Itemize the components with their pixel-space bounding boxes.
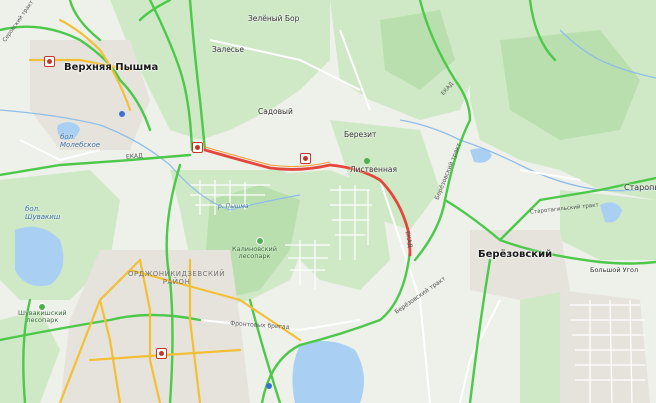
poi-marker-icon[interactable] xyxy=(119,111,125,117)
road-label-ekad: ЕКАД xyxy=(125,152,144,161)
park-label-kalinovsky[interactable]: Калиновский лесопарк xyxy=(232,246,277,260)
traffic-camera-icon[interactable] xyxy=(44,56,55,67)
traffic-camera-icon[interactable] xyxy=(300,153,311,164)
park-label-shuvakishsky[interactable]: Шувакишский лесопарк xyxy=(18,310,67,324)
park-marker-icon[interactable] xyxy=(256,237,264,245)
village-label-zalesye[interactable]: Залесье xyxy=(212,45,244,54)
town-label-beryozovsky[interactable]: Берёзовский xyxy=(478,249,552,260)
water-label-shuvakish: бол. Шувакиш xyxy=(25,205,61,221)
village-label-listvennaya[interactable]: Лиственная xyxy=(350,165,397,174)
metro-marker-icon[interactable] xyxy=(266,383,272,389)
village-label-bolshoy-ugol[interactable]: Большой Угол xyxy=(590,266,638,274)
town-label-verkhnyaya-pyshma[interactable]: Верхняя Пышма xyxy=(64,62,158,73)
traffic-camera-icon[interactable] xyxy=(192,142,203,153)
map-canvas[interactable]: Верхняя Пышма Берёзовский Старопышм Зелё… xyxy=(0,0,656,403)
town-label-staropyshminsk[interactable]: Старопышм xyxy=(624,183,656,192)
village-label-zelyony-bor[interactable]: Зелёный Бор xyxy=(248,14,299,23)
village-label-sadovy[interactable]: Садовый xyxy=(258,107,293,116)
village-label-berezit[interactable]: Березит xyxy=(344,130,376,139)
water-label-molebskoe: бол. Молебское xyxy=(60,133,101,149)
map-layer xyxy=(0,0,656,403)
traffic-camera-icon[interactable] xyxy=(156,348,167,359)
district-label-ordzhonikidzevsky: ОРДЖОНИКИДЗЕВСКИЙ РАЙОН xyxy=(128,270,225,286)
settlement-marker-icon[interactable] xyxy=(364,158,370,164)
water-label-pyshma-river: р. Пышма xyxy=(218,203,249,210)
